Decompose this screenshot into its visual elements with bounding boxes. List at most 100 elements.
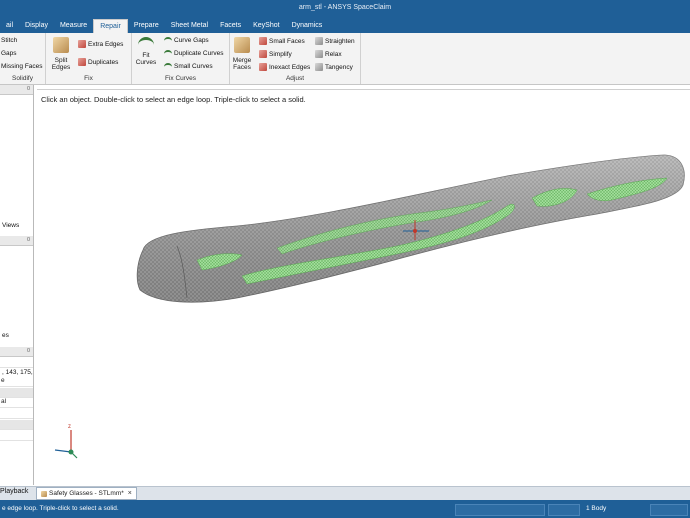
property-row-3[interactable]: [0, 420, 33, 430]
small-curves-icon: [164, 63, 172, 70]
duplicates-icon: [78, 58, 86, 66]
gaps-button[interactable]: Gaps: [1, 50, 17, 57]
group-fix: Split Edges Extra Edges Duplicates Fix: [46, 33, 132, 84]
relax-button[interactable]: Relax: [315, 50, 342, 58]
property-row-2[interactable]: [0, 409, 33, 419]
status-tools-segment[interactable]: [455, 504, 545, 516]
tab-dynamics[interactable]: Dynamics: [286, 19, 329, 33]
group-fix-curves: Fit Curves Curve Gaps Duplicate Curves S…: [132, 33, 230, 84]
group-label-fix-curves: Fix Curves: [164, 75, 197, 82]
document-icon: [41, 490, 47, 497]
properties-panel-header: 0: [0, 347, 33, 357]
inexact-edges-icon: [259, 63, 267, 71]
small-curves-button[interactable]: Small Curves: [164, 63, 213, 70]
inexact-edges-label: Inexact Edges: [269, 63, 311, 71]
fit-curves-icon: [138, 37, 154, 50]
simplify-button[interactable]: Simplify: [259, 50, 292, 58]
gaps-label: Gaps: [1, 50, 17, 57]
inexact-edges-button[interactable]: Inexact Edges: [259, 63, 310, 71]
coords-value: , 143, 175,: [2, 369, 33, 376]
relax-icon: [315, 50, 323, 58]
arm-shading: [137, 155, 685, 303]
views-pin-icon[interactable]: 0: [27, 237, 30, 243]
views-panel-header: 0: [0, 236, 33, 246]
small-faces-label: Small Faces: [269, 37, 305, 45]
es-label[interactable]: es: [2, 332, 9, 339]
group-solidify: Stitch Gaps Missing Faces Solidify: [0, 33, 46, 84]
close-tab-icon[interactable]: ×: [128, 490, 132, 497]
structure-panel-header: 0: [0, 85, 33, 95]
playback-tab[interactable]: Playback: [0, 488, 28, 495]
merge-faces-icon: [234, 37, 250, 53]
simplify-label: Simplify: [269, 50, 292, 58]
tangency-label: Tangency: [325, 63, 353, 71]
curve-gaps-label: Curve Gaps: [174, 37, 209, 44]
status-selection-segment[interactable]: [548, 504, 580, 516]
left-panel: 0 Views 0 es 0 , 143, 175, e al: [0, 85, 34, 485]
ribbon: Stitch Gaps Missing Faces Solidify Split…: [0, 33, 690, 85]
status-filter-segment[interactable]: [650, 504, 688, 516]
extra-edges-icon: [78, 40, 86, 48]
tab-detail[interactable]: ail: [0, 19, 19, 33]
tab-keyshot[interactable]: KeyShot: [247, 19, 285, 33]
tangency-icon: [315, 63, 323, 71]
small-faces-icon: [259, 37, 267, 45]
split-edges-button[interactable]: Split Edges: [49, 37, 73, 71]
extra-edges-label: Extra Edges: [88, 40, 124, 48]
small-curves-label: Small Curves: [174, 63, 213, 70]
title-bar: arm_stl - ANSYS SpaceClaim ail Display M…: [0, 0, 690, 34]
duplicate-curves-button[interactable]: Duplicate Curves: [164, 50, 224, 57]
3d-viewport[interactable]: Click an object. Double-click to select …: [37, 89, 690, 483]
property-row-4[interactable]: [0, 431, 33, 441]
property-row-e[interactable]: e: [0, 377, 33, 387]
stitch-label: Stitch: [1, 37, 18, 44]
merge-faces-label: Merge Faces: [232, 57, 252, 71]
small-faces-button[interactable]: Small Faces: [259, 37, 305, 45]
property-row-al-label: al: [1, 398, 7, 405]
document-tab-label: Safety Glasses - STLmm*: [49, 490, 124, 497]
tab-repair[interactable]: Repair: [93, 19, 128, 34]
axis-triad-icon[interactable]: z: [54, 424, 78, 459]
missing-faces-label: Missing Faces: [1, 63, 43, 70]
missing-faces-button[interactable]: Missing Faces: [1, 63, 43, 70]
group-label-adjust: Adjust: [285, 75, 305, 82]
duplicates-button[interactable]: Duplicates: [78, 58, 118, 66]
fit-curves-button[interactable]: Fit Curves: [135, 37, 157, 66]
tab-facets[interactable]: Facets: [214, 19, 247, 33]
tab-prepare[interactable]: Prepare: [128, 19, 165, 33]
tab-display[interactable]: Display: [19, 19, 54, 33]
duplicate-curves-label: Duplicate Curves: [174, 50, 224, 57]
tab-measure[interactable]: Measure: [54, 19, 93, 33]
views-label[interactable]: Views: [2, 222, 19, 229]
stitch-button[interactable]: Stitch: [1, 37, 17, 44]
curve-gaps-button[interactable]: Curve Gaps: [164, 37, 209, 44]
properties-pin-icon[interactable]: 0: [27, 348, 30, 354]
pin-icon[interactable]: 0: [27, 86, 30, 92]
fit-curves-label: Fit Curves: [135, 52, 157, 66]
straighten-label: Straighten: [325, 37, 355, 45]
scene-canvas[interactable]: z: [37, 90, 690, 483]
property-row-al[interactable]: al: [0, 398, 33, 408]
relax-label: Relax: [325, 50, 342, 58]
duplicate-curves-icon: [164, 50, 172, 57]
merge-faces-button[interactable]: Merge Faces: [231, 37, 253, 71]
properties-row[interactable]: [0, 358, 33, 368]
body-count: 1 Body: [586, 505, 607, 512]
status-bar: e edge loop. Triple-click to select a so…: [0, 500, 690, 518]
split-edges-icon: [53, 37, 69, 53]
ribbon-tabs: ail Display Measure Repair Prepare Sheet…: [0, 19, 329, 34]
split-edges-label: Split Edges: [51, 57, 71, 71]
straighten-button[interactable]: Straighten: [315, 37, 355, 45]
group-label-solidify: Solidify: [12, 75, 33, 82]
group-label-fix: Fix: [84, 75, 93, 82]
simplify-icon: [259, 50, 267, 58]
svg-text:z: z: [68, 424, 71, 430]
tab-sheet-metal[interactable]: Sheet Metal: [165, 19, 214, 33]
tangency-button[interactable]: Tangency: [315, 63, 353, 71]
status-message: e edge loop. Triple-click to select a so…: [2, 505, 119, 512]
duplicates-label: Duplicates: [88, 58, 119, 66]
curve-gaps-icon: [164, 37, 172, 44]
document-tab[interactable]: Safety Glasses - STLmm* ×: [36, 487, 137, 500]
property-row-blank[interactable]: [0, 388, 33, 398]
extra-edges-button[interactable]: Extra Edges: [78, 40, 123, 48]
